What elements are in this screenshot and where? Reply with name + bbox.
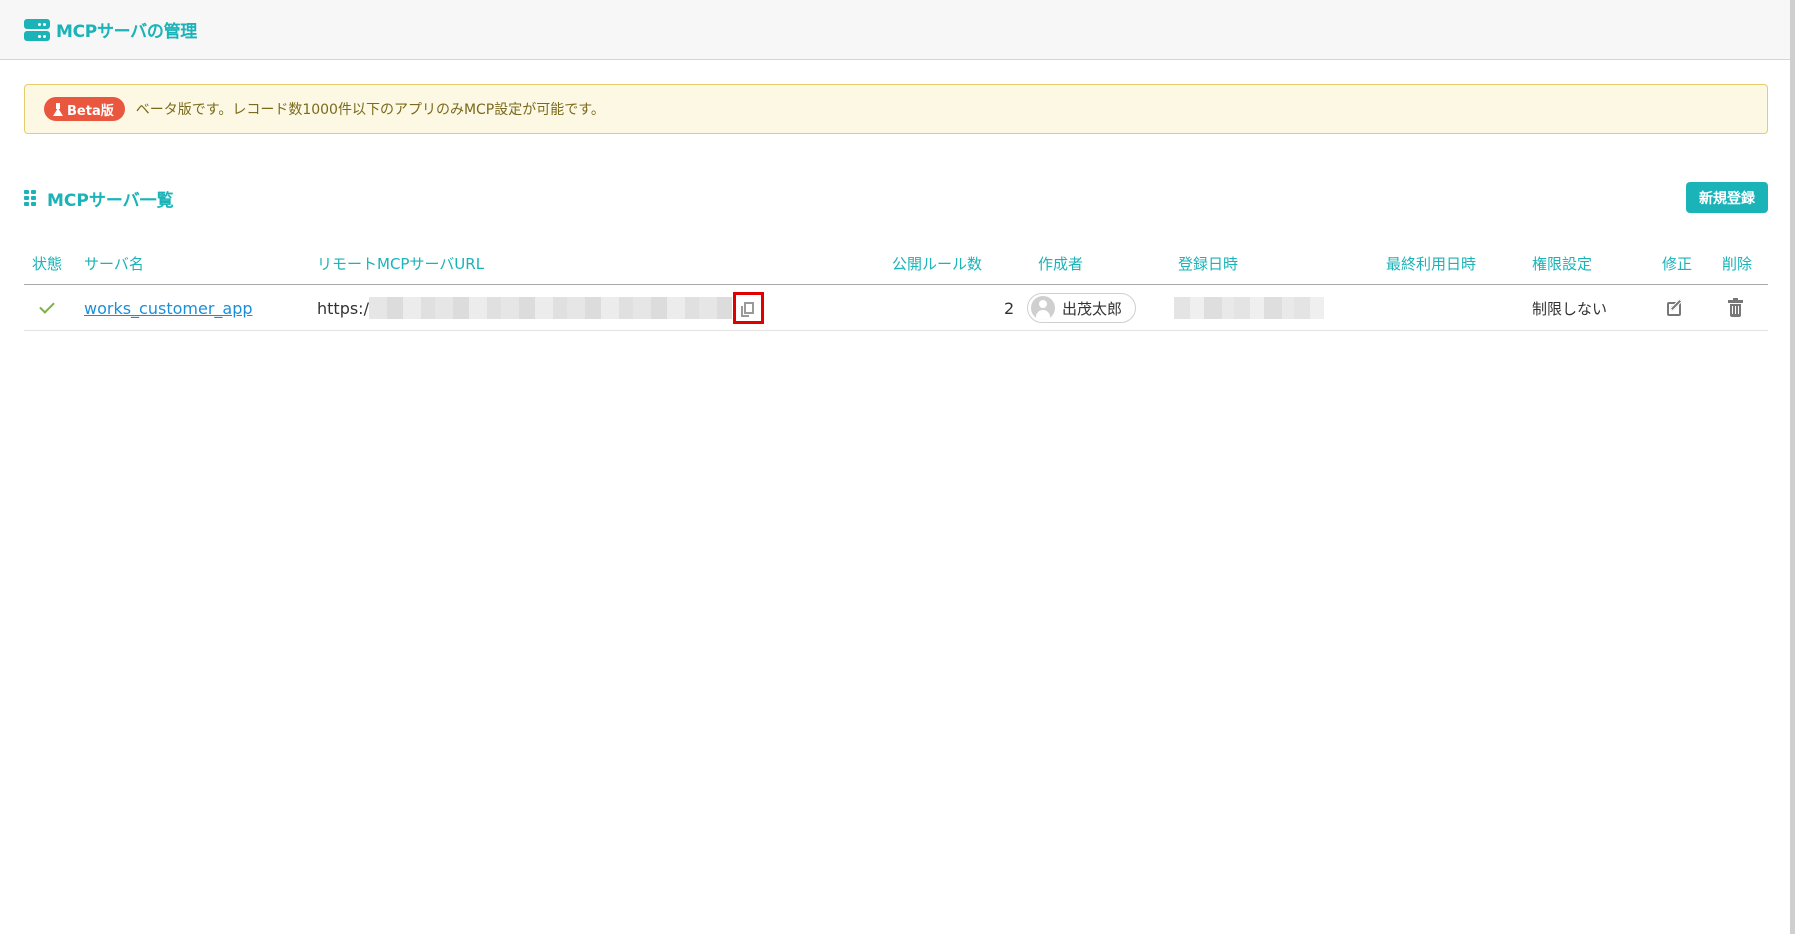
rule-count-cell: 2 xyxy=(1004,285,1014,331)
page-title: MCPサーバの管理 xyxy=(56,22,197,42)
avatar xyxy=(1031,296,1055,320)
author-cell: 出茂太郎 xyxy=(1027,285,1137,331)
beta-message: ベータ版です。レコード数1000件以下のアプリのみMCP設定が可能です。 xyxy=(135,102,605,118)
edit-icon[interactable] xyxy=(1667,298,1684,317)
grip-icon xyxy=(24,190,36,206)
delete-cell xyxy=(1728,285,1743,331)
server-name-link[interactable]: works_customer_app xyxy=(84,299,253,318)
beta-alert: Beta版 ベータ版です。レコード数1000件以下のアプリのみMCP設定が可能で… xyxy=(24,84,1768,134)
col-registered[interactable]: 登録日時 xyxy=(1178,253,1238,274)
window-edge xyxy=(1790,0,1795,934)
col-edit: 修正 xyxy=(1662,255,1693,273)
page-header: MCPサーバの管理 xyxy=(0,0,1790,60)
col-last-used[interactable]: 最終利用日時 xyxy=(1386,253,1476,274)
copy-url-button[interactable] xyxy=(733,292,764,324)
new-register-button[interactable]: 新規登録 xyxy=(1686,182,1768,213)
author-name: 出茂太郎 xyxy=(1062,299,1123,318)
check-icon xyxy=(39,298,55,314)
trash-icon[interactable] xyxy=(1728,298,1743,317)
flask-icon xyxy=(53,102,63,116)
col-remote-url[interactable]: リモートMCPサーバURL xyxy=(317,253,484,274)
url-cell: https:/ xyxy=(317,285,732,331)
section-title: MCPサーバ一覧 xyxy=(47,190,174,211)
author-chip[interactable]: 出茂太郎 xyxy=(1027,293,1137,323)
table-header: 状態 サーバ名 リモートMCPサーバURL 公開ルール数 作成者 登録日時 最終… xyxy=(24,245,1768,285)
url-redacted xyxy=(368,297,732,319)
table-row: works_customer_app https:/ 2 出茂太郎 制限しない xyxy=(24,285,1768,331)
col-status[interactable]: 状態 xyxy=(32,253,62,274)
permission-text: 制限しない xyxy=(1532,299,1608,318)
registered-redacted xyxy=(1174,297,1324,319)
section-header: MCPサーバ一覧 新規登録 xyxy=(24,182,1768,214)
copy-icon xyxy=(740,302,754,317)
permission-cell: 制限しない xyxy=(1532,285,1607,331)
server-name-cell: works_customer_app xyxy=(84,285,253,331)
beta-badge-label: Beta版 xyxy=(67,103,114,119)
edit-cell xyxy=(1667,285,1684,331)
col-author[interactable]: 作成者 xyxy=(1038,253,1083,274)
rule-count: 2 xyxy=(1004,298,1015,318)
col-permission[interactable]: 権限設定 xyxy=(1532,253,1592,274)
col-server-name[interactable]: サーバ名 xyxy=(84,253,144,274)
url-text: https:/ xyxy=(317,298,369,318)
server-icon xyxy=(24,18,50,41)
status-cell xyxy=(39,285,55,331)
col-rule-count[interactable]: 公開ルール数 xyxy=(892,253,982,274)
server-table: 状態 サーバ名 リモートMCPサーバURL 公開ルール数 作成者 登録日時 最終… xyxy=(24,245,1768,331)
registered-cell xyxy=(1174,285,1324,331)
col-delete: 削除 xyxy=(1722,255,1753,273)
beta-badge: Beta版 xyxy=(44,97,125,121)
